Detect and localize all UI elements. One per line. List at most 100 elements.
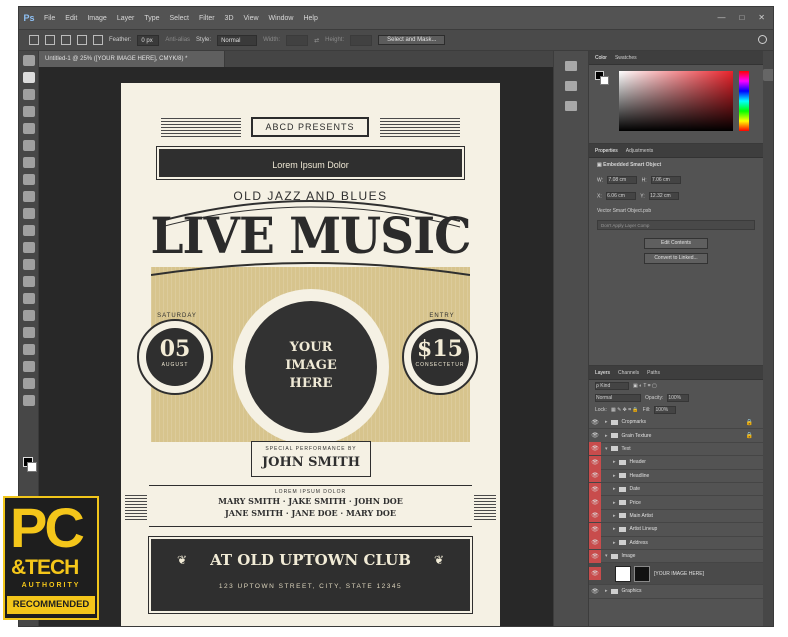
visibility-eye-icon[interactable]: 👁 [589,496,601,510]
crop-tool-icon[interactable] [22,123,35,134]
menu-layer[interactable]: Layer [112,15,140,22]
color-picker-field[interactable] [619,71,733,131]
edit-contents-button[interactable]: Edit Contents [644,238,708,249]
tab-paths[interactable]: Paths [647,370,660,376]
marquee-tool-icon[interactable] [29,35,39,45]
layer-row[interactable]: 👁 ▸ Grain Texture 🔒 [589,429,763,443]
minimize-icon[interactable]: — [717,13,725,22]
visibility-eye-icon[interactable]: 👁 [589,442,601,456]
expand-chevron-icon[interactable]: ▸ [605,588,608,594]
h-input[interactable]: 7.06 cm [650,176,681,184]
visibility-eye-icon[interactable]: 👁 [589,429,601,442]
healing-brush-tool-icon[interactable] [22,157,35,168]
visibility-eye-icon[interactable]: 👁 [589,469,601,483]
history-panel-icon[interactable] [565,61,577,71]
filter-icons[interactable]: ▣ ◐ T ⌗ ▢ [633,383,657,389]
intersect-selection-icon[interactable] [93,35,103,45]
actions-panel-icon[interactable] [565,81,577,91]
menu-edit[interactable]: Edit [60,15,82,22]
expand-chevron-icon[interactable]: ▾ [605,446,608,452]
layer-row[interactable]: 👁 ▸ Cropmarks 🔒 [589,416,763,430]
image-placeholder[interactable]: YOUR IMAGE HERE [245,301,377,433]
expand-chevron-icon[interactable]: ▸ [613,473,616,479]
canvas-area[interactable]: ABCD PRESENTS Lorem Ipsum Dolor OLD JAZZ… [39,67,553,626]
w-input[interactable]: 7.08 cm [607,176,638,184]
blend-mode-select[interactable]: Normal [595,394,641,402]
menu-filter[interactable]: Filter [194,15,220,22]
feather-input[interactable]: 0 px [137,34,160,46]
expand-chevron-icon[interactable]: ▾ [605,553,608,559]
menu-3d[interactable]: 3D [220,15,239,22]
visibility-eye-icon[interactable]: 👁 [589,536,601,550]
add-selection-icon[interactable] [61,35,71,45]
convert-to-linked-button[interactable]: Convert to Linked... [644,253,708,264]
layer-row[interactable]: 👁 ▸ Address [589,536,763,550]
dodge-tool-icon[interactable] [22,276,35,287]
menu-window[interactable]: Window [264,15,299,22]
history-brush-tool-icon[interactable] [22,208,35,219]
select-and-mask-button[interactable]: Select and Mask... [378,35,446,45]
tab-layers[interactable]: Layers [595,370,610,376]
swap-icon[interactable]: ⇄ [314,37,319,44]
visibility-eye-icon[interactable]: 👁 [589,482,601,496]
layer-row[interactable]: 👁 ▸ Price [589,496,763,510]
zoom-tool-icon[interactable] [22,378,35,389]
eyedropper-tool-icon[interactable] [22,140,35,151]
character-panel-icon[interactable] [565,101,577,111]
tab-color[interactable]: Color [595,55,607,61]
visibility-eye-icon[interactable]: 👁 [589,549,601,563]
layer-row[interactable]: 👁 ▸ Graphics [589,585,763,599]
quick-select-tool-icon[interactable] [22,106,35,117]
rectangle-tool-icon[interactable] [22,344,35,355]
opacity-input[interactable]: 100% [667,394,690,402]
more-tools-icon[interactable] [22,395,35,406]
lock-icons[interactable]: ▦ ✎ ✥ ⌗ 🔒 [611,407,639,413]
expand-chevron-icon[interactable]: ▸ [605,433,608,439]
menu-type[interactable]: Type [139,15,164,22]
lasso-tool-icon[interactable] [22,89,35,100]
expand-chevron-icon[interactable]: ▸ [613,526,616,532]
hand-tool-icon[interactable] [22,361,35,372]
brush-tool-icon[interactable] [22,174,35,185]
poster-artboard[interactable]: ABCD PRESENTS Lorem Ipsum Dolor OLD JAZZ… [121,83,500,626]
gradient-tool-icon[interactable] [22,242,35,253]
marquee-tool-icon[interactable] [22,72,35,83]
blur-tool-icon[interactable] [22,259,35,270]
visibility-eye-icon[interactable]: 👁 [589,567,601,581]
y-input[interactable]: 12.32 cm [649,192,680,200]
maximize-icon[interactable]: □ [739,13,744,22]
layer-row[interactable]: 👁 ▸ Header [589,455,763,470]
type-tool-icon[interactable] [22,310,35,321]
fg-bg-swatches[interactable] [595,71,609,85]
height-input[interactable] [350,34,373,46]
menu-select[interactable]: Select [165,15,194,22]
move-tool-icon[interactable] [22,55,35,66]
close-icon[interactable]: ✕ [758,13,765,22]
expand-chevron-icon[interactable]: ▸ [613,500,616,506]
visibility-eye-icon[interactable]: 👁 [589,416,601,429]
tab-swatches[interactable]: Swatches [615,55,637,61]
tab-properties[interactable]: Properties [595,148,618,154]
visibility-eye-icon[interactable]: 👁 [589,509,601,523]
menu-view[interactable]: View [239,15,264,22]
new-selection-icon[interactable] [45,35,55,45]
hue-slider[interactable] [739,71,749,131]
menu-file[interactable]: File [39,15,60,22]
visibility-eye-icon[interactable]: 👁 [589,522,601,536]
menu-image[interactable]: Image [82,15,111,22]
expand-chevron-icon[interactable]: ▸ [613,459,616,465]
layer-row[interactable]: 👁 ▾ Image [589,549,763,564]
width-input[interactable] [286,34,309,46]
background-color-swatch[interactable] [27,462,37,472]
panel-menu-icon[interactable] [763,69,773,81]
kind-filter-select[interactable]: ρ Kind [595,382,629,390]
layer-row[interactable]: 👁 ▾ Text [589,442,763,457]
menu-help[interactable]: Help [298,15,322,22]
x-input[interactable]: 6.06 cm [606,192,637,200]
layer-row[interactable]: 👁 [YOUR IMAGE HERE] [589,563,763,586]
document-tab[interactable]: Untitled-1 @ 25% ([YOUR IMAGE HERE], CMY… [39,51,225,67]
fill-input[interactable]: 100% [654,406,677,414]
layer-row[interactable]: 👁 ▸ Date [589,482,763,497]
expand-chevron-icon[interactable]: ▸ [613,540,616,546]
path-select-tool-icon[interactable] [22,327,35,338]
